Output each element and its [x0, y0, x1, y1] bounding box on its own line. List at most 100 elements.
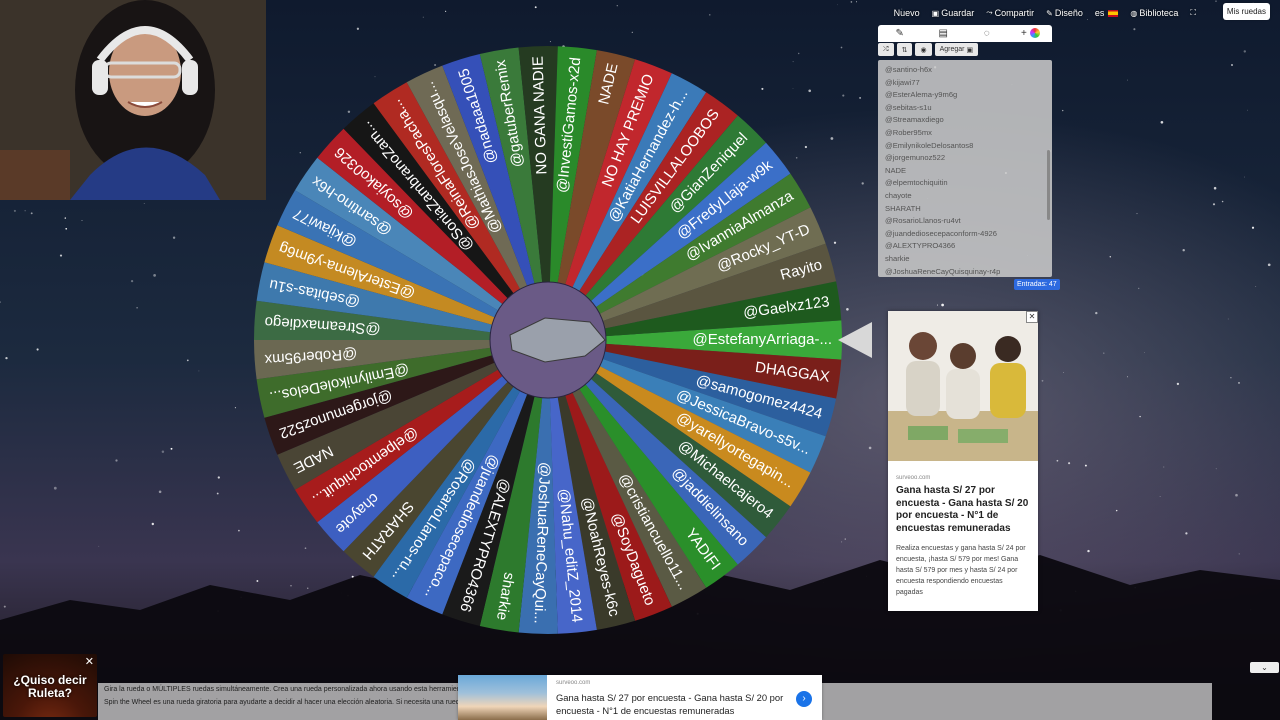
- pencil-icon: ✎: [895, 28, 904, 39]
- star: [709, 14, 711, 16]
- collapse-button[interactable]: ⌄: [1250, 662, 1279, 673]
- entry-line: @sebitas-s1u: [885, 102, 932, 112]
- star: [353, 362, 355, 364]
- image-settings-button[interactable]: ◉: [915, 43, 932, 56]
- star: [833, 241, 837, 244]
- star: [217, 476, 220, 479]
- shuffle-button[interactable]: ⤮: [878, 43, 894, 56]
- star: [850, 1, 853, 3]
- tab-results[interactable]: ▤: [922, 28, 966, 39]
- star: [1235, 493, 1238, 497]
- star: [1109, 256, 1112, 258]
- star: [506, 541, 509, 544]
- star: [315, 467, 317, 469]
- bottom-ad-title[interactable]: Gana hasta S/ 27 por encuesta - Gana has…: [556, 692, 784, 717]
- star: [324, 293, 325, 295]
- star: [770, 247, 773, 251]
- star: [1212, 203, 1216, 206]
- compartir-button[interactable]: ⤳ Compartir: [986, 8, 1034, 18]
- star: [609, 405, 611, 408]
- biblioteca-label: Biblioteca: [1139, 8, 1179, 18]
- star: [667, 138, 668, 140]
- star: [30, 212, 33, 215]
- ad-source: surveoo.com: [896, 475, 931, 481]
- star: [348, 498, 351, 501]
- star: [172, 236, 176, 239]
- bottom-banner-ad[interactable]: surveoo.com Gana hasta S/ 27 por encuest…: [458, 675, 822, 720]
- ad-card[interactable]: ✕ surveoo.com Gana hasta S/ 27 por encue…: [888, 311, 1038, 611]
- ad-close-icon[interactable]: ✕: [1026, 311, 1038, 323]
- close-icon[interactable]: ✕: [85, 655, 94, 668]
- star: [599, 272, 602, 275]
- star: [317, 299, 318, 300]
- biblioteca-button[interactable]: ◍ Biblioteca: [1130, 8, 1178, 18]
- star: [508, 175, 510, 177]
- star: [941, 303, 944, 307]
- quiso-decir-ruleta-promo[interactable]: ¿Quiso decir Ruleta? ✕: [3, 654, 97, 717]
- star: [723, 112, 727, 115]
- entries-textarea[interactable]: @santino-h6x @kijawi77 @EsterAlema-y9m6g @s…: [878, 60, 1052, 277]
- star: [844, 538, 846, 540]
- star: [496, 154, 498, 156]
- star: [198, 370, 200, 372]
- star: [1087, 549, 1090, 553]
- star: [304, 547, 307, 550]
- fullscreen-button[interactable]: ⛶: [1190, 8, 1196, 18]
- star: [708, 318, 711, 321]
- star: [1243, 50, 1247, 53]
- star: [434, 63, 437, 67]
- star: [1251, 226, 1255, 229]
- star: [1227, 318, 1229, 320]
- ad-title[interactable]: Gana hasta S/ 27 por encuesta - Gana has…: [888, 481, 1038, 535]
- star: [737, 117, 740, 120]
- agregar-label: Agregar: [939, 46, 965, 53]
- tab-add-wheel[interactable]: +: [1009, 28, 1053, 39]
- star: [627, 347, 629, 349]
- entry-line: NADE: [885, 165, 907, 175]
- star: [389, 561, 392, 564]
- guardar-button[interactable]: ▣ Guardar: [932, 8, 975, 18]
- language-selector[interactable]: es: [1095, 8, 1119, 18]
- share-icon: ⤳: [986, 8, 993, 17]
- star: [1215, 0, 1217, 2]
- star: [290, 585, 292, 587]
- star: [547, 433, 551, 436]
- star: [583, 539, 585, 542]
- entries-scrollbar[interactable]: [1047, 150, 1050, 220]
- fullscreen-icon: ⛶: [1190, 8, 1196, 17]
- entry-line: @Streamaxdiego: [885, 115, 944, 125]
- entry-line: @elpemtochiquitin: [885, 178, 948, 188]
- compartir-label: Compartir: [994, 8, 1035, 18]
- image-icon: ◉: [920, 46, 927, 54]
- star: [846, 308, 849, 311]
- entry-line: sharkie: [885, 253, 910, 263]
- tab-edit[interactable]: ✎: [878, 28, 922, 39]
- clipboard-icon: ▤: [938, 28, 948, 39]
- star: [1127, 79, 1128, 81]
- star: [508, 166, 511, 169]
- star: [1267, 263, 1271, 267]
- entry-line: @EmilynikoleDelosantos8: [885, 140, 974, 150]
- star: [255, 326, 257, 328]
- tab-hidden[interactable]: ◌: [965, 28, 1009, 39]
- star: [1231, 64, 1233, 66]
- star: [749, 408, 752, 411]
- star: [786, 266, 789, 269]
- star: [347, 110, 351, 114]
- star: [161, 450, 165, 453]
- star: [1182, 248, 1185, 252]
- diseno-button[interactable]: ✎ Diseño: [1046, 8, 1083, 18]
- nuevo-button[interactable]: Nuevo: [894, 8, 920, 18]
- agregar-button[interactable]: Agregar ▣: [934, 43, 979, 56]
- bottom-ad-image: [458, 675, 547, 720]
- arrow-right-icon[interactable]: ›: [796, 691, 812, 707]
- star: [586, 142, 589, 144]
- star: [808, 89, 811, 93]
- mis-ruedas-button[interactable]: Mis ruedas: [1222, 3, 1270, 20]
- entries-list: @santino-h6x @kijawi77 @EsterAlema-y9m6g @s…: [878, 60, 1052, 277]
- star: [624, 253, 627, 256]
- sort-button[interactable]: ⇅: [896, 43, 913, 56]
- star: [336, 145, 340, 148]
- star: [234, 407, 236, 409]
- star: [24, 210, 26, 212]
